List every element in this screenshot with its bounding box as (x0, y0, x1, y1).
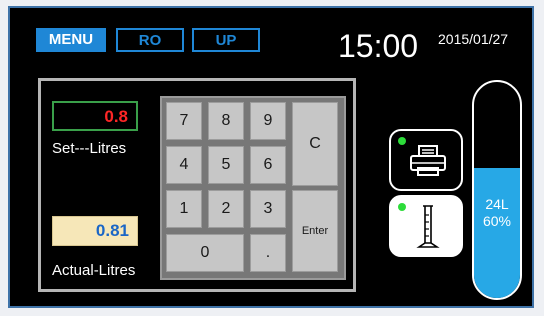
measuring-cylinder-button[interactable] (389, 195, 463, 257)
tab-ro[interactable]: RO (116, 28, 184, 52)
set-litres-field[interactable]: 0.8 (52, 101, 138, 131)
key-3[interactable]: 3 (250, 190, 286, 228)
key-6[interactable]: 6 (250, 146, 286, 184)
clock-date: 2015/01/27 (438, 31, 509, 47)
key-2[interactable]: 2 (208, 190, 244, 228)
key-9[interactable]: 9 (250, 102, 286, 140)
tank-percent-label: 60% (482, 213, 512, 229)
clock-time: 15:00 (338, 28, 419, 64)
key-1[interactable]: 1 (166, 190, 202, 228)
clear-key[interactable]: C (292, 102, 338, 186)
tank-level-fill (474, 168, 520, 298)
actual-litres-label: Actual-Litres (52, 262, 136, 279)
tab-up[interactable]: UP (192, 28, 260, 52)
key-decimal[interactable]: . (250, 234, 286, 272)
key-7[interactable]: 7 (166, 102, 202, 140)
key-4[interactable]: 4 (166, 146, 202, 184)
tank-volume-label: 24L (485, 196, 509, 212)
key-5[interactable]: 5 (208, 146, 244, 184)
set-litres-label: Set---Litres (52, 140, 127, 157)
enter-key[interactable]: Enter (292, 190, 338, 272)
key-8[interactable]: 8 (208, 102, 244, 140)
printer-icon (410, 145, 446, 176)
tab-menu[interactable]: MENU (36, 28, 106, 52)
key-0[interactable]: 0 (166, 234, 244, 272)
graduated-cylinder-icon (416, 205, 440, 248)
printer-button[interactable] (389, 129, 463, 191)
actual-litres-display: 0.81 (52, 216, 138, 246)
printer-status-led (398, 137, 406, 145)
water-tank-gauge: 24L 60% (472, 80, 522, 300)
cylinder-status-led (398, 203, 406, 211)
numeric-keypad: 7 8 9 C 4 5 6 1 2 3 Enter 0 . (160, 96, 346, 280)
